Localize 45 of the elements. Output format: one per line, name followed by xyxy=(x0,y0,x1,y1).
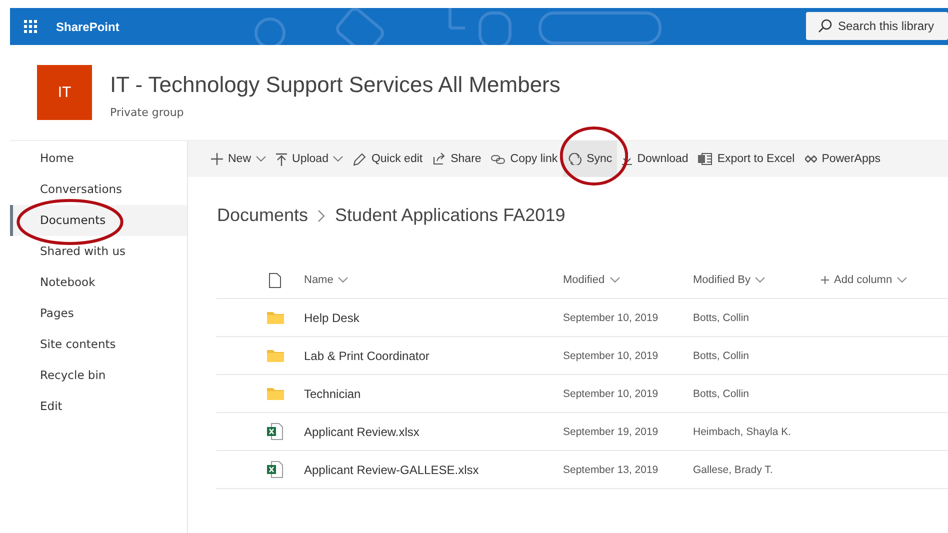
command-button[interactable]: Quick edit xyxy=(348,141,428,177)
command-button[interactable]: PowerApps xyxy=(800,141,886,177)
search-field[interactable]: Search this library xyxy=(806,12,948,40)
command-button[interactable]: Sync xyxy=(562,141,618,177)
site-title[interactable]: IT - Technology Support Services All Members xyxy=(110,72,560,98)
modified-by: Botts, Collin xyxy=(693,350,750,362)
nav-link[interactable]: Notebook xyxy=(10,267,187,298)
column-header[interactable]: Name xyxy=(304,274,563,286)
modified-by: Botts, Collin xyxy=(693,388,750,400)
command-button[interactable]: Upload xyxy=(271,141,348,177)
nav-link[interactable]: Home xyxy=(10,143,187,174)
command-button[interactable]: Download xyxy=(617,141,694,177)
nav-link[interactable]: Pages xyxy=(10,298,187,329)
modified-date: September 13, 2019 xyxy=(563,464,660,476)
column-header[interactable]: Modified By xyxy=(693,274,821,286)
column-header[interactable]: Modified xyxy=(563,274,693,286)
file-name-link[interactable]: Applicant Review-GALLESE.xlsx xyxy=(304,462,563,476)
file-name-link[interactable]: Help Desk xyxy=(304,310,563,324)
modified-date: September 10, 2019 xyxy=(563,388,660,400)
app-name[interactable]: SharePoint xyxy=(56,20,120,34)
modified-by: Gallese, Brady T. xyxy=(693,464,774,476)
column-header[interactable]: Add column xyxy=(821,274,908,286)
modified-by: Heimbach, Shayla K. xyxy=(693,426,792,438)
nav-link[interactable]: Conversations xyxy=(10,174,187,205)
nav-link[interactable]: Shared with us xyxy=(10,236,187,267)
file-name-link[interactable]: Lab & Print Coordinator xyxy=(304,348,563,362)
search-input[interactable]: Search this library xyxy=(838,19,948,33)
nav-link[interactable]: Recycle bin xyxy=(10,360,187,391)
command-button[interactable]: Share xyxy=(428,141,486,177)
command-button[interactable]: Copy link xyxy=(486,141,563,177)
group-type: Private group xyxy=(110,106,184,119)
modified-date: September 10, 2019 xyxy=(563,312,660,324)
command-button[interactable]: Export to Excel xyxy=(693,141,800,177)
nav-link[interactable]: Documents xyxy=(10,205,187,236)
breadcrumb-link[interactable]: Student Applications FA2019 xyxy=(335,205,566,226)
nav-link[interactable]: Site contents xyxy=(10,329,187,360)
file-name-link[interactable]: Technician xyxy=(304,386,563,400)
file-name-link[interactable]: Applicant Review.xlsx xyxy=(304,424,563,438)
breadcrumb-link[interactable]: Documents xyxy=(217,205,308,226)
command-button[interactable]: New xyxy=(206,141,272,177)
modified-date: September 10, 2019 xyxy=(563,350,660,362)
modified-by: Botts, Collin xyxy=(693,312,750,324)
modified-date: September 19, 2019 xyxy=(563,426,660,438)
nav-link[interactable]: Edit xyxy=(10,391,187,422)
site-logo[interactable]: IT xyxy=(37,65,92,120)
